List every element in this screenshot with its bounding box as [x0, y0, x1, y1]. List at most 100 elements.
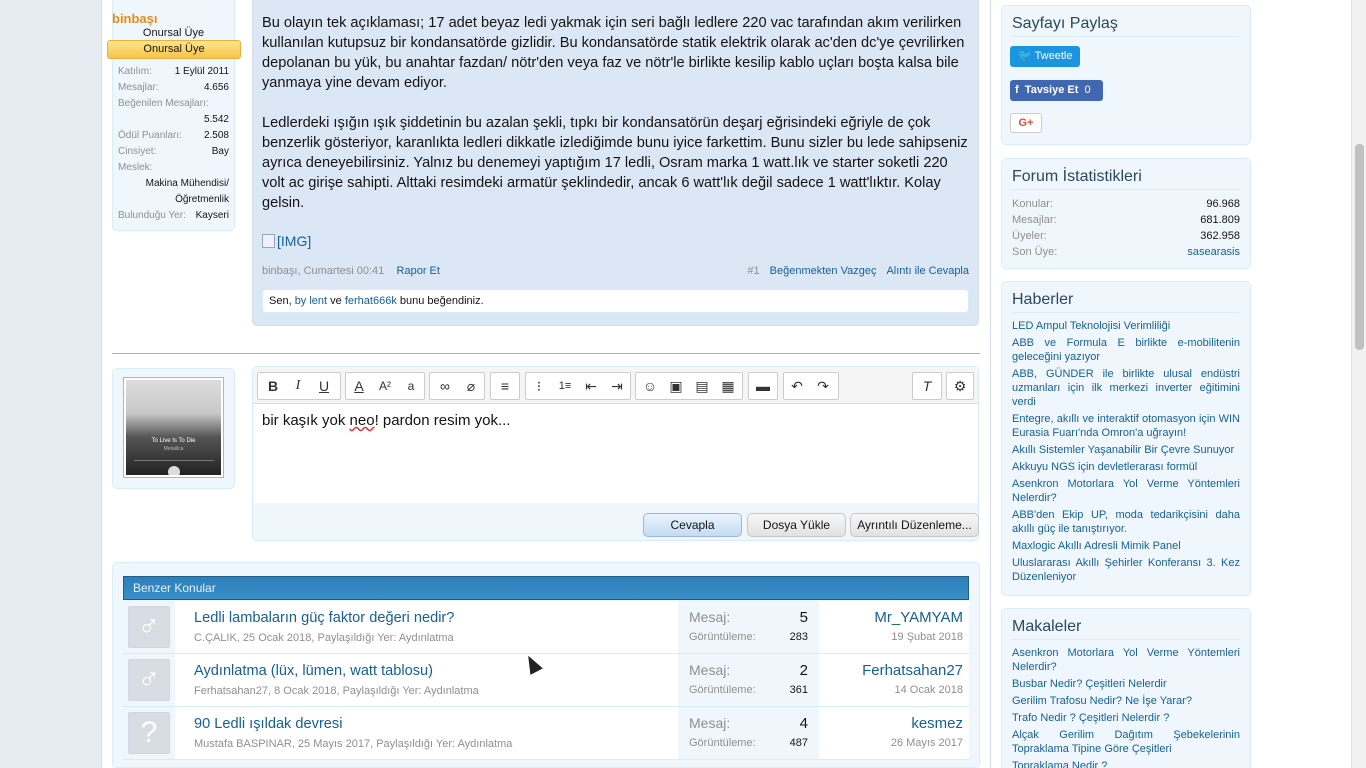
facebook-like-button[interactable]: f Tavsiye Et 0	[1010, 80, 1103, 101]
topic-title-link[interactable]: Aydınlatma (lüx, lümen, watt tablosu)	[194, 663, 433, 679]
news-link[interactable]: ABB, GÜNDER ile birlikte ulusal endüstri…	[1012, 367, 1240, 409]
save-draft-icon[interactable]: ▬	[751, 374, 775, 398]
reply-button[interactable]: Cevapla	[643, 513, 742, 537]
news-link[interactable]: Akkuyu NGS için devletlerarası formül	[1012, 460, 1240, 474]
media-icon[interactable]: ▤	[690, 374, 714, 398]
redo-icon[interactable]: ↷	[811, 374, 835, 398]
report-link[interactable]: Rapor Et	[397, 265, 440, 277]
forum-stat-label: Son Üye:	[1012, 246, 1058, 258]
user-stat-row: Mesajlar: 4.656	[118, 80, 229, 96]
last-poster-link[interactable]: kesmez	[911, 715, 963, 732]
news-link[interactable]: Akıllı Sistemler Yaşanabilir Bir Çevre S…	[1012, 443, 1240, 457]
post-number-link[interactable]: #1	[747, 265, 759, 277]
news-link[interactable]: LED Ampul Teknolojisi Verimliliği	[1012, 319, 1240, 333]
scrollbar-thumb[interactable]	[1355, 144, 1364, 350]
image-icon[interactable]: ▣	[664, 374, 688, 398]
font-color-icon[interactable]: A	[347, 374, 371, 398]
user-stat-value: 2.508	[203, 130, 229, 141]
article-link[interactable]: Asenkron Motorlara Yol Verme Yöntemleri …	[1012, 646, 1240, 674]
male-avatar-icon[interactable]: ♂	[128, 659, 170, 701]
user-stat-label: Katılım:	[118, 66, 152, 77]
google-plus-button[interactable]: G+	[1010, 113, 1042, 133]
likes-prefix: Sen,	[269, 295, 295, 307]
forum-stat-row: Üyeler: 362.958	[1012, 228, 1240, 244]
message-paragraph: Ledlerdeki ışığın ışık şiddetinin bu aza…	[262, 115, 968, 211]
reply-textarea[interactable]: bir kaşık yok neo! pardon resim yok...	[253, 404, 978, 503]
views-count: 361	[789, 684, 808, 696]
unknown-avatar-icon[interactable]: ?	[128, 712, 170, 754]
liker-link[interactable]: ferhat666k	[345, 295, 397, 307]
news-link[interactable]: Asenkron Motorlara Yol Verme Yöntemleri …	[1012, 477, 1240, 505]
user-stat-row: Cinsiyet: Bay	[118, 144, 229, 160]
outdent-icon[interactable]: ⇤	[579, 374, 603, 398]
user-stats: Katılım: 1 Eylül 2011 Mesajlar: 4.656 Beğeni…	[118, 64, 229, 224]
last-poster-link[interactable]: Ferhatsahan27	[862, 662, 963, 679]
last-post-date[interactable]: 26 Mayıs 2017	[891, 737, 963, 749]
last-post-date[interactable]: 14 Ocak 2018	[895, 684, 964, 696]
news-link[interactable]: ABB'den Ekip UP, moda tedarikçisini daha…	[1012, 508, 1240, 536]
number-list-icon[interactable]: 1≡	[553, 374, 577, 398]
code-icon[interactable]: ▦	[716, 374, 740, 398]
article-link[interactable]: Trafo Nedir ? Çeşitleri Nelerdir ?	[1012, 711, 1240, 725]
bullet-list-icon[interactable]: ⁝	[527, 374, 551, 398]
advanced-edit-button[interactable]: Ayrıntılı Düzenleme...	[850, 513, 979, 537]
align-icon[interactable]: ≡	[493, 374, 517, 398]
forum-stat-label: Üyeler:	[1012, 230, 1047, 242]
link-icon[interactable]: ∞	[433, 374, 457, 398]
avatar[interactable]: To Live Is To Die Metallica	[123, 377, 224, 478]
topic-stats: Mesaj: 5 Görüntüleme: 283	[678, 601, 819, 653]
messages-label: Mesaj:	[689, 609, 731, 625]
topic-icon-box: ♂	[123, 601, 175, 653]
user-stat-row: Meslek: Makina Mühendisi/ Öğretmenlik	[118, 160, 229, 208]
topic-subtitle: Mustafa BASPINAR, 25 Mayıs 2017, Paylaşı…	[194, 738, 513, 750]
smiley-icon[interactable]: ☺	[638, 374, 662, 398]
broken-image-icon	[262, 234, 275, 248]
news-link[interactable]: Maxlogic Akıllı Adresli Mimik Panel	[1012, 539, 1240, 553]
views-count: 283	[789, 631, 808, 643]
user-banner: Onursal Üye	[107, 40, 241, 59]
unlike-link[interactable]: Beğenmekten Vazgeç	[770, 265, 877, 277]
user-stat-value: 1 Eylül 2011	[174, 66, 229, 77]
post-author-date[interactable]: binbaşı, Cumartesi 00:41	[262, 265, 384, 277]
remove-format-icon[interactable]: T	[915, 374, 939, 398]
article-link[interactable]: Gerilim Trafosu Nedir? Ne İşe Yarar?	[1012, 694, 1240, 708]
quote-reply-link[interactable]: Alıntı ile Cevapla	[886, 265, 969, 277]
font-size-icon[interactable]: A²	[373, 374, 397, 398]
tweet-button[interactable]: 🐦 Tweetle	[1010, 46, 1080, 67]
male-avatar-icon[interactable]: ♂	[128, 606, 170, 648]
toggle-bbcode-icon[interactable]: ⚙	[948, 374, 972, 398]
news-link[interactable]: ABB ve Formula E birlikte e-mobilitenin …	[1012, 336, 1240, 364]
last-poster-link[interactable]: Mr_YAMYAM	[874, 609, 963, 626]
topic-icon-box: ?	[123, 707, 175, 759]
user-stat-label: Ödül Puanları:	[118, 130, 182, 141]
messages-label: Mesaj:	[689, 662, 731, 678]
unlink-icon[interactable]: ⌀	[459, 374, 483, 398]
scrollbar[interactable]	[1351, 0, 1366, 768]
article-link[interactable]: Alçak Gerilim Dağıtım Şebekelerinin Topr…	[1012, 728, 1240, 756]
undo-icon[interactable]: ↶	[785, 374, 809, 398]
forum-stat-value[interactable]: sasearasis	[1187, 244, 1240, 260]
message-paragraph: Bu olayın tek açıklaması; 17 adet beyaz …	[262, 15, 965, 91]
topic-title-link[interactable]: Ledli lambaların güç faktor değeri nedir…	[194, 610, 454, 626]
upload-file-button[interactable]: Dosya Yükle	[747, 513, 846, 537]
news-link[interactable]: Entegre, akıllı ve interaktif otomasyon …	[1012, 412, 1240, 440]
messages-count: 5	[799, 609, 808, 626]
indent-icon[interactable]: ⇥	[605, 374, 629, 398]
topic-title-link[interactable]: 90 Ledli ışıldak devresi	[194, 716, 342, 732]
italic-icon[interactable]: I	[286, 374, 310, 398]
broken-image-link[interactable]: [IMG]	[262, 233, 311, 249]
messages-count: 4	[799, 715, 808, 732]
views-label: Görüntüleme:	[689, 684, 756, 696]
article-link[interactable]: Topraklama Nedir ?	[1012, 759, 1240, 768]
bold-icon[interactable]: B	[261, 374, 285, 398]
font-family-icon[interactable]: a	[399, 374, 423, 398]
post-username[interactable]: binbaşı	[112, 11, 158, 26]
liker-link[interactable]: by lent	[295, 295, 327, 307]
articles-block: Makaleler Asenkron Motorlara Yol Verme Y…	[1001, 608, 1251, 768]
underline-icon[interactable]: U	[312, 374, 336, 398]
article-link[interactable]: Busbar Nedir? Çeşitleri Nelerdir	[1012, 677, 1240, 691]
topic-subtitle: Ferhatsahan27, 8 Ocak 2018, Paylaşıldığı…	[194, 685, 479, 697]
forum-stat-label: Konular:	[1012, 198, 1053, 210]
last-post-date[interactable]: 19 Şubat 2018	[891, 631, 963, 643]
news-link[interactable]: Uluslararası Akıllı Şehirler Konferansı …	[1012, 556, 1240, 584]
